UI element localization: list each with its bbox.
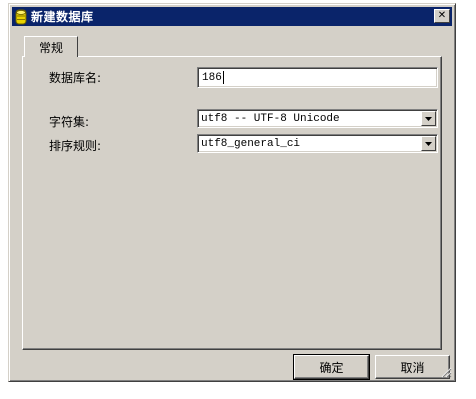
tab-panel: 数据库名: 字符集: 排序规则: [22,56,442,350]
cancel-button-label: 取消 [400,360,425,375]
charset-select[interactable]: utf8 -- UTF-8 Unicode [197,109,438,128]
ok-button[interactable]: 确定 [293,354,370,380]
text-caret [222,71,224,84]
collation-selected-value: utf8_general_ci [201,137,301,150]
database-name-value: 186 [202,71,222,84]
resize-grip-icon[interactable] [440,366,452,378]
charset-dropdown-button[interactable] [421,111,436,126]
charset-label: 字符集: [49,115,90,129]
database-name-input[interactable]: 186 [197,67,438,88]
title-bar[interactable]: 新建数据库 ✕ [12,7,452,26]
window-title: 新建数据库 [31,10,94,24]
collation-select[interactable]: utf8_general_ci [197,134,438,153]
database-icon [15,9,27,24]
chevron-down-icon [425,141,432,146]
ok-button-label: 确定 [319,360,344,375]
charset-selected-value: utf8 -- UTF-8 Unicode [201,112,340,125]
close-icon: ✕ [437,10,447,21]
tab-general-label: 常规 [38,40,63,55]
collation-dropdown-button[interactable] [421,136,436,151]
cancel-button[interactable]: 取消 [375,355,450,379]
chevron-down-icon [425,116,432,121]
db-name-label: 数据库名: [49,71,102,85]
tab-general[interactable]: 常规 [24,36,78,57]
close-button[interactable]: ✕ [434,9,450,23]
collation-label: 排序规则: [49,139,102,153]
new-database-dialog: 新建数据库 ✕ 常规 数据库名: 字符集: 排序规则: 186 utf8 -- … [8,3,456,382]
